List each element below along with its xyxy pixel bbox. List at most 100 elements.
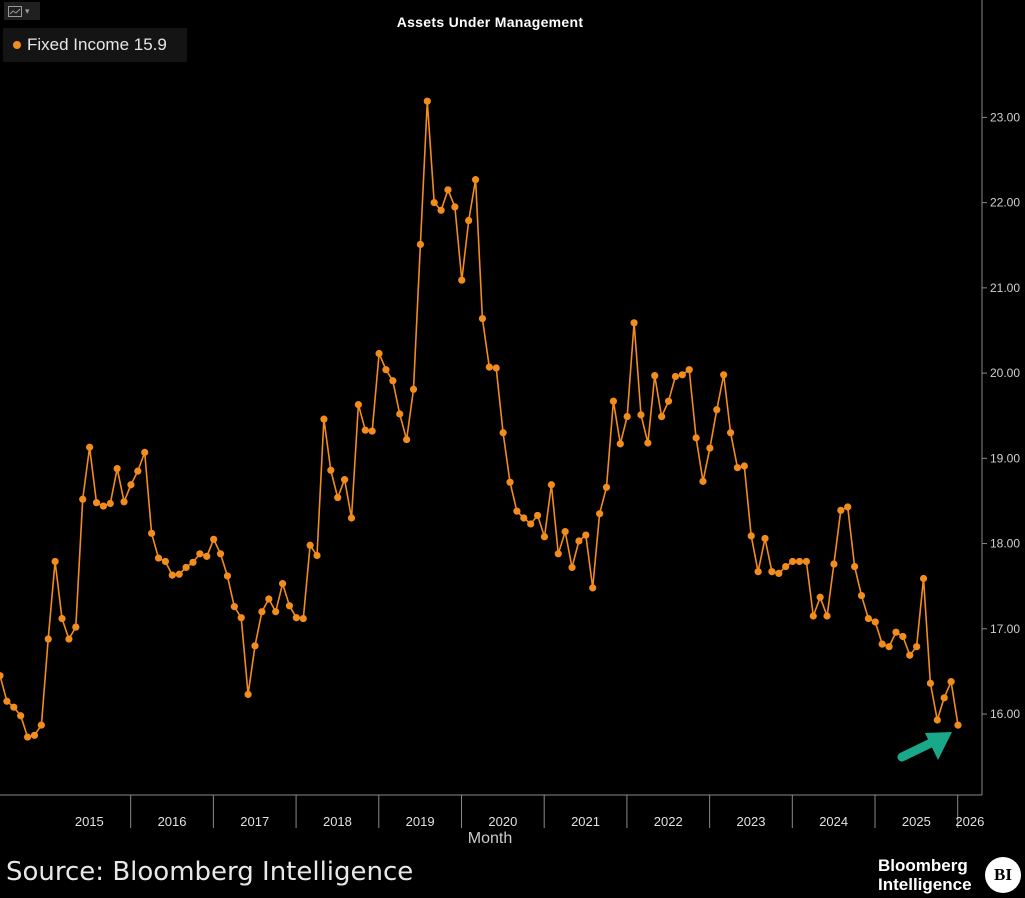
data-point [823, 612, 831, 620]
data-point [120, 498, 128, 506]
data-point [478, 314, 487, 323]
data-point [3, 697, 11, 705]
data-point [844, 503, 852, 511]
series-line [0, 101, 959, 738]
data-point [602, 483, 611, 491]
data-point [285, 602, 294, 610]
data-point [520, 514, 528, 522]
data-point [857, 591, 866, 600]
data-point [802, 557, 810, 566]
data-point [58, 614, 66, 623]
data-point [216, 550, 225, 558]
data-point [878, 640, 886, 648]
data-point [933, 716, 941, 724]
source-text: Source: Bloomberg Intelligence [6, 857, 414, 887]
y-tick-label: 18.00 [990, 537, 1020, 551]
data-point [182, 563, 190, 572]
data-point [761, 534, 769, 543]
data-point [292, 614, 300, 622]
data-point [733, 464, 742, 472]
data-point [547, 481, 555, 489]
data-point [106, 499, 114, 508]
data-point [492, 364, 500, 372]
data-point [561, 528, 569, 536]
data-point [168, 571, 176, 579]
data-point [616, 440, 624, 448]
data-point [44, 635, 52, 643]
brand-logo: Bloomberg Intelligence [878, 856, 972, 894]
data-point [230, 603, 238, 611]
data-point [740, 462, 748, 470]
data-point [926, 679, 935, 687]
x-tick-label: 2016 [158, 814, 187, 829]
data-point [837, 506, 845, 514]
data-point [747, 532, 755, 540]
data-point [313, 551, 321, 560]
data-point [664, 397, 673, 405]
data-point [554, 550, 562, 558]
data-point [416, 240, 425, 248]
data-point [396, 410, 404, 418]
x-tick-label: 2026 [955, 814, 984, 829]
data-point [582, 531, 590, 539]
data-point [658, 412, 666, 421]
legend-marker [13, 41, 21, 49]
data-point [196, 550, 204, 558]
data-point [430, 199, 438, 207]
data-point [851, 562, 859, 571]
data-point [596, 510, 604, 518]
data-point [713, 406, 721, 414]
data-point [272, 608, 280, 616]
data-point [795, 557, 804, 566]
y-tick-label: 20.00 [990, 366, 1020, 380]
x-tick-label: 2021 [571, 814, 600, 829]
data-point [940, 694, 948, 702]
data-point [72, 623, 80, 631]
data-point [161, 557, 170, 566]
data-point [423, 97, 431, 105]
data-point [382, 366, 390, 374]
data-point [0, 672, 4, 680]
data-point [389, 377, 397, 385]
data-point [637, 411, 645, 419]
data-point [947, 678, 955, 686]
data-point [354, 401, 362, 409]
data-point [885, 643, 893, 651]
data-point [471, 176, 480, 184]
data-point [906, 651, 914, 659]
data-point [527, 520, 535, 528]
data-point [919, 574, 928, 583]
legend[interactable]: Fixed Income 15.9 [3, 28, 187, 62]
y-tick-label: 22.00 [990, 196, 1020, 210]
data-point [706, 444, 714, 452]
data-point [92, 499, 101, 507]
data-point [65, 635, 73, 643]
data-point [775, 569, 783, 577]
data-point [154, 554, 163, 562]
y-tick-label: 23.00 [990, 110, 1020, 124]
data-point [148, 529, 156, 537]
data-point [451, 203, 459, 211]
data-point [141, 448, 149, 456]
y-tick-label: 19.00 [990, 451, 1020, 465]
data-point [671, 372, 680, 381]
data-point [651, 372, 659, 380]
axes: 16.00 17.00 18.00 19.00 20.00 21.00 22.00 23.00… [0, 0, 1020, 829]
data-point [258, 608, 266, 616]
data-point [251, 642, 259, 650]
data-point [768, 568, 776, 576]
data-point [699, 477, 707, 485]
data-point [830, 560, 838, 568]
x-tick-label: 2015 [75, 814, 104, 829]
x-tick-label: 2020 [488, 814, 517, 829]
data-point [327, 466, 335, 474]
data-point [809, 612, 817, 620]
data-point [540, 533, 549, 541]
brand-line-2: Intelligence [878, 875, 972, 894]
data-point [685, 366, 693, 374]
y-tick-label: 16.00 [990, 707, 1020, 721]
data-point [513, 507, 521, 515]
data-point [568, 563, 576, 572]
x-tick-label: 2019 [406, 814, 435, 829]
data-point [30, 731, 39, 739]
